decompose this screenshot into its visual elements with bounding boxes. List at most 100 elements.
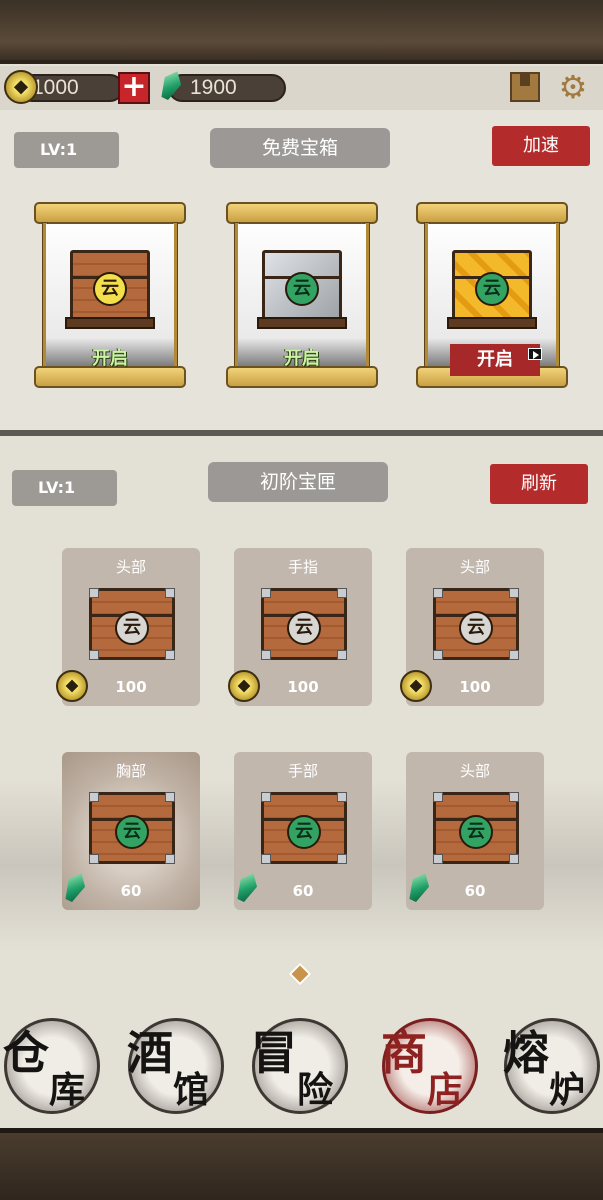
chest-corner bbox=[165, 588, 175, 598]
nav-adventure-button[interactable]: 冒险 bbox=[251, 1018, 348, 1114]
chest-corner bbox=[509, 588, 519, 598]
coin-icon bbox=[228, 670, 260, 702]
add-coins-button[interactable]: + bbox=[118, 72, 150, 104]
chest-corner bbox=[261, 588, 271, 598]
free-chest-silver[interactable]: 云 开启 bbox=[226, 202, 378, 388]
chest-corner bbox=[509, 854, 519, 864]
nav-char: 店 bbox=[427, 1069, 464, 1111]
shop-level: LV:1 bbox=[12, 470, 117, 506]
gear-icon[interactable]: ⚙ bbox=[558, 71, 588, 103]
nav-char: 库 bbox=[49, 1069, 86, 1111]
frame-top-bar bbox=[34, 202, 186, 224]
chest-corner bbox=[433, 792, 443, 802]
panel-divider bbox=[0, 430, 603, 436]
nav-char: 商 bbox=[381, 1026, 427, 1080]
chest-lock-icon: 云 bbox=[287, 610, 321, 645]
nav-char: 酒 bbox=[127, 1026, 173, 1080]
chest-corner bbox=[165, 792, 175, 802]
chest-corner bbox=[433, 588, 443, 598]
chest-corner bbox=[337, 588, 347, 598]
chest-corner bbox=[433, 650, 443, 660]
chest-corner bbox=[261, 650, 271, 660]
video-ad-icon bbox=[528, 348, 542, 360]
coin-icon bbox=[400, 670, 432, 702]
open-chest-button[interactable]: 开启 bbox=[34, 344, 186, 370]
free-chest-title: 免费宝箱 bbox=[210, 128, 390, 168]
chest-corner bbox=[165, 854, 175, 864]
item-chest: 云 bbox=[89, 792, 175, 864]
free-chest-wood[interactable]: 云 开启 bbox=[34, 202, 186, 388]
gold-chest: 云 bbox=[447, 250, 537, 329]
shop-item-card[interactable]: 头部 云 100 bbox=[400, 548, 544, 706]
item-slot-label: 头部 bbox=[459, 558, 490, 576]
nav-forge-button[interactable]: 熔炉 bbox=[503, 1018, 600, 1114]
chest-lock-icon: 云 bbox=[459, 610, 493, 645]
nav-char: 险 bbox=[297, 1069, 334, 1111]
nav-warehouse-button[interactable]: 仓库 bbox=[3, 1018, 100, 1114]
item-chest: 云 bbox=[261, 588, 347, 660]
shop-item-card[interactable]: 手指 云 100 bbox=[228, 548, 372, 706]
coin-amount: 1000 bbox=[32, 76, 79, 99]
coin-icon bbox=[4, 70, 38, 104]
open-chest-button[interactable]: 开启 bbox=[226, 344, 378, 370]
chest-corner bbox=[89, 792, 99, 802]
chest-lock-icon: 云 bbox=[115, 610, 149, 645]
open-chest-ad-button[interactable]: 开启 bbox=[450, 344, 540, 376]
speed-up-button[interactable]: 加速 bbox=[492, 126, 590, 166]
chest-corner bbox=[337, 792, 347, 802]
chest-corner bbox=[337, 854, 347, 864]
chest-lock-icon: 云 bbox=[475, 272, 509, 307]
chest-corner bbox=[89, 588, 99, 598]
chest-lock-icon: 云 bbox=[115, 814, 149, 849]
chest-lock-icon: 云 bbox=[459, 814, 493, 849]
free-chest-level: LV:1 bbox=[14, 132, 119, 168]
frame-top-bar bbox=[226, 202, 378, 224]
wood-chest: 云 bbox=[65, 250, 155, 329]
chest-base bbox=[65, 317, 155, 329]
silver-chest: 云 bbox=[257, 250, 347, 329]
nav-char: 馆 bbox=[173, 1069, 210, 1111]
nav-char: 炉 bbox=[549, 1069, 586, 1111]
chest-base bbox=[447, 317, 537, 329]
shop-item-card[interactable]: 头部 云 100 bbox=[56, 548, 200, 706]
chest-corner bbox=[261, 792, 271, 802]
box-icon[interactable] bbox=[510, 72, 540, 102]
chest-corner bbox=[509, 792, 519, 802]
bottom-frame bbox=[0, 1128, 603, 1200]
chest-corner bbox=[261, 854, 271, 864]
chest-lock-icon: 云 bbox=[287, 814, 321, 849]
frame-top-bar bbox=[416, 202, 568, 224]
item-slot-label: 头部 bbox=[459, 762, 490, 780]
shop-title: 初阶宝匣 bbox=[208, 462, 388, 502]
chest-lock-icon: 云 bbox=[93, 272, 127, 307]
refresh-button[interactable]: 刷新 bbox=[490, 464, 588, 504]
shop-item-card[interactable]: 胸部 云 60 bbox=[62, 752, 200, 910]
item-slot-label: 手指 bbox=[287, 558, 318, 576]
nav-char: 熔 bbox=[503, 1026, 549, 1080]
item-chest: 云 bbox=[89, 588, 175, 660]
chest-lock-icon: 云 bbox=[285, 272, 319, 307]
chest-corner bbox=[89, 650, 99, 660]
top-frame bbox=[0, 0, 603, 64]
chest-corner bbox=[165, 650, 175, 660]
chest-corner bbox=[337, 650, 347, 660]
coin-icon bbox=[56, 670, 88, 702]
item-slot-label: 手部 bbox=[287, 762, 318, 780]
nav-shop-button[interactable]: 商店 bbox=[381, 1018, 478, 1114]
chest-corner bbox=[89, 854, 99, 864]
item-slot-label: 头部 bbox=[115, 558, 146, 576]
free-chest-gold[interactable]: 云 开启 bbox=[416, 202, 568, 388]
chest-corner bbox=[433, 854, 443, 864]
chest-base bbox=[257, 317, 347, 329]
item-chest: 云 bbox=[261, 792, 347, 864]
item-chest: 云 bbox=[433, 588, 519, 660]
shop-item-card[interactable]: 头部 云 60 bbox=[406, 752, 544, 910]
chest-corner bbox=[509, 650, 519, 660]
gem-amount: 1900 bbox=[190, 76, 237, 99]
item-slot-label: 胸部 bbox=[115, 762, 146, 780]
shop-item-card[interactable]: 手部 云 60 bbox=[234, 752, 372, 910]
nav-char: 冒 bbox=[251, 1026, 297, 1080]
nav-char: 仓 bbox=[3, 1026, 49, 1080]
nav-tavern-button[interactable]: 酒馆 bbox=[127, 1018, 224, 1114]
item-chest: 云 bbox=[433, 792, 519, 864]
